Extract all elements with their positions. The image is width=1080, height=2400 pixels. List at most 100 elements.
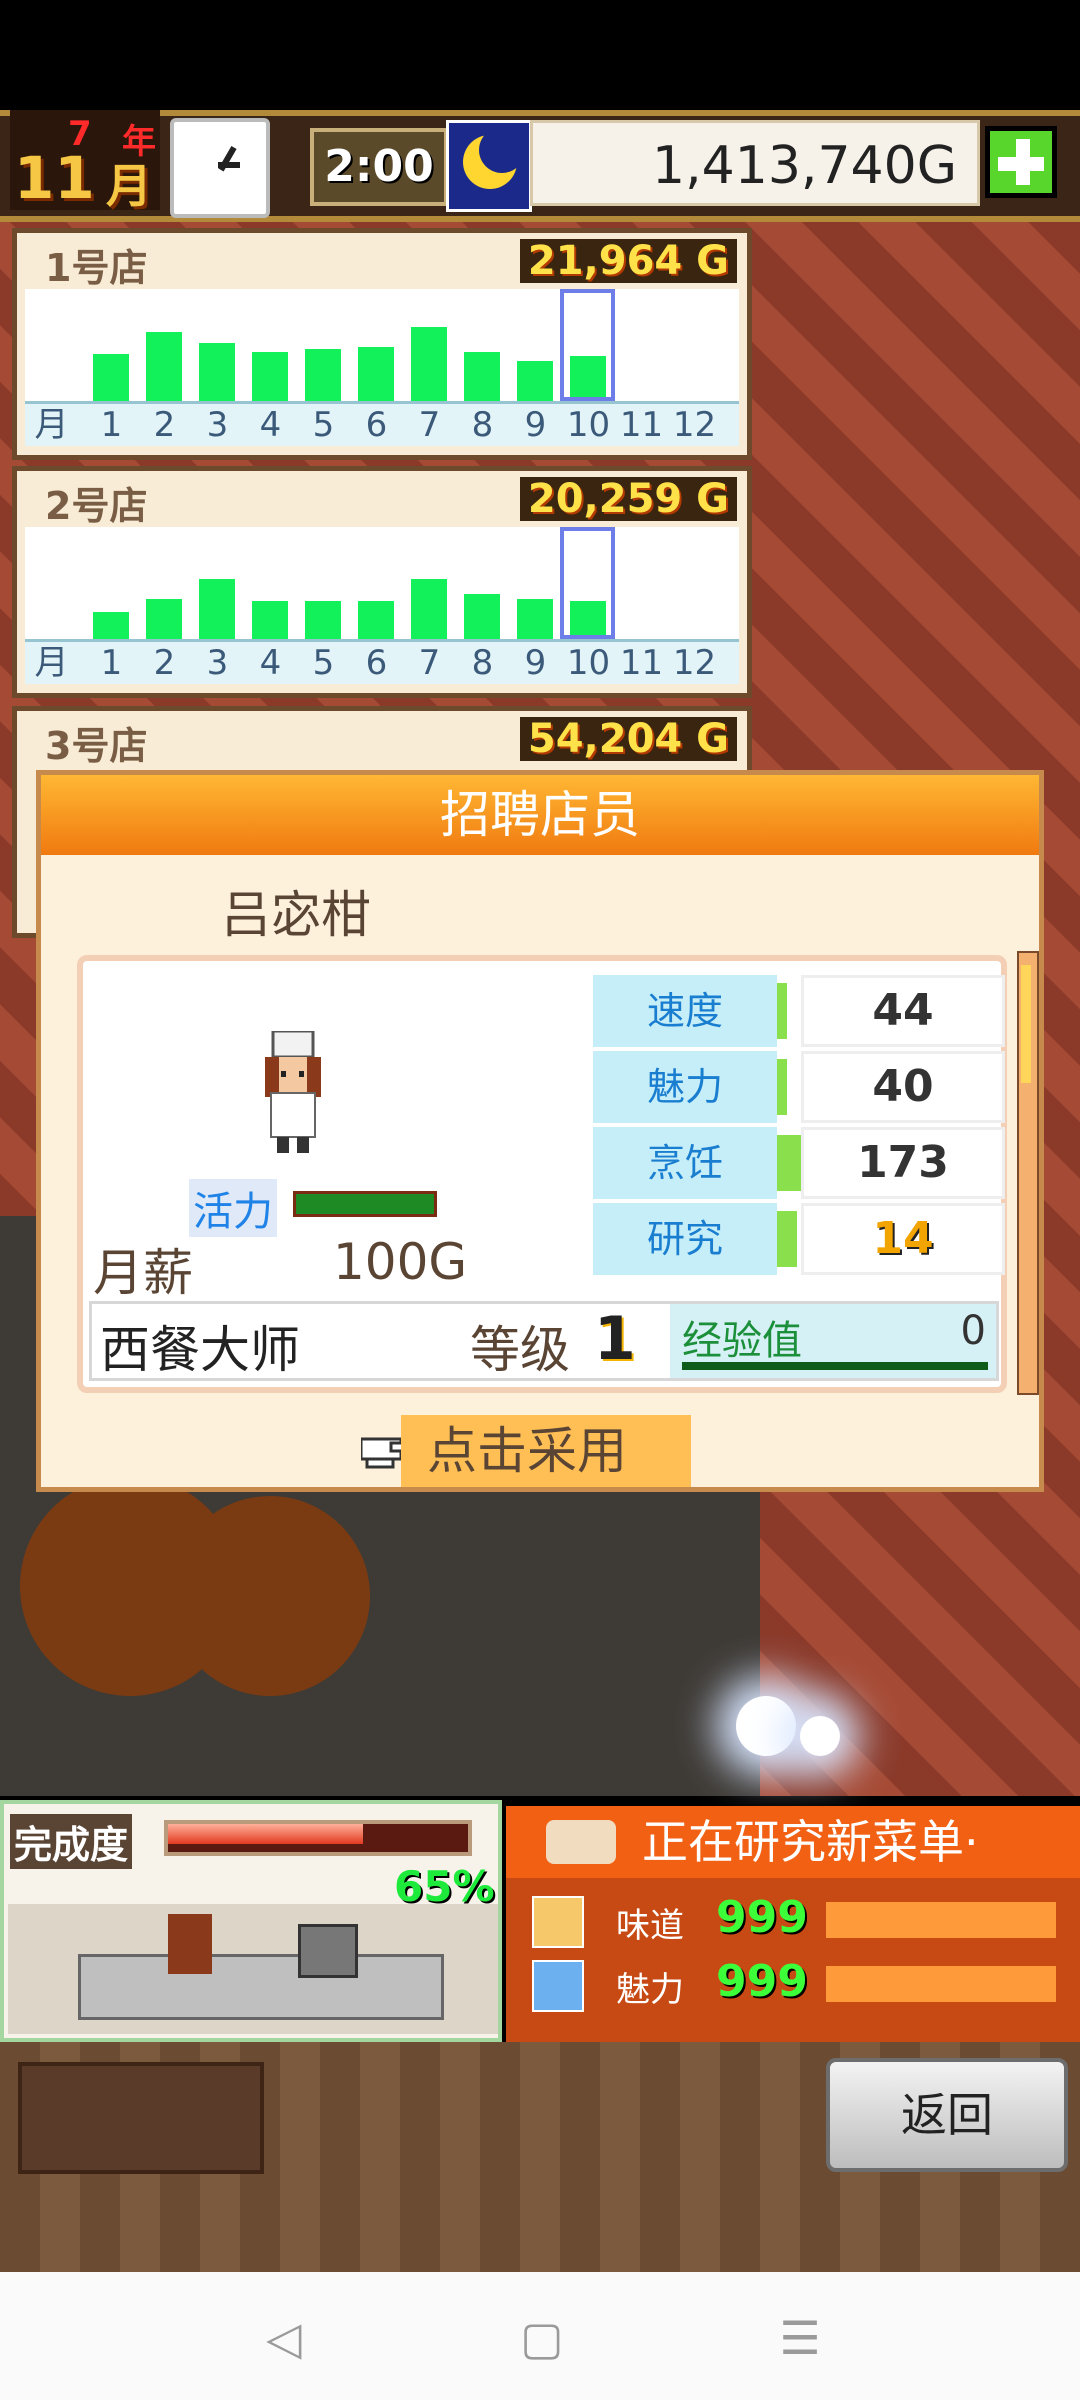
stat-cooking: 烹饪 173 xyxy=(593,1127,1005,1199)
axis-tick: 2 xyxy=(153,643,176,683)
axis-tick: 2 xyxy=(153,405,176,445)
sales-bar xyxy=(252,601,288,639)
job-row: 西餐大师 等级 1 经验值 0 xyxy=(89,1301,999,1381)
system-nav-bar: ◁ ▢ ☰ xyxy=(0,2272,1080,2400)
research-stat-bar xyxy=(826,1966,1056,2002)
progress-label: 完成度 xyxy=(10,1814,133,1869)
clock-hand xyxy=(218,162,240,168)
nav-menu-icon[interactable]: ☰ xyxy=(772,2310,828,2366)
kitchen-counter xyxy=(78,1954,444,2020)
level-label: 等级 xyxy=(470,1321,570,1379)
stat-value: 40 xyxy=(801,1051,1005,1123)
sales-bar xyxy=(464,594,500,639)
axis-tick: 5 xyxy=(312,643,335,683)
empty-slot[interactable] xyxy=(18,2062,264,2174)
axis-tick: 9 xyxy=(524,643,547,683)
stat-value: 44 xyxy=(801,975,1005,1047)
exp-value: 0 xyxy=(960,1308,986,1354)
sales-bar xyxy=(411,579,447,639)
axis-month-label: 月 xyxy=(34,405,69,445)
research-stat-value: 999 xyxy=(716,1956,808,2007)
shop-name: 3号店 xyxy=(45,724,148,768)
cook-figure xyxy=(168,1914,212,1974)
axis-tick: 1 xyxy=(100,643,123,683)
progress-fill xyxy=(168,1824,363,1844)
plus-icon xyxy=(998,157,1044,171)
sales-bar xyxy=(305,349,341,401)
sales-bar xyxy=(252,352,288,401)
shop-1-panel[interactable]: 1号店 21,964 G 月 1 2 3 4 5 6 7 8 9 10 11 12 xyxy=(12,228,752,460)
stat-bar xyxy=(777,983,787,1039)
research-row-taste: 味道 999 xyxy=(526,1892,1066,1952)
axis-tick: 11 xyxy=(619,643,664,683)
stat-name: 烹饪 xyxy=(593,1127,777,1199)
tree xyxy=(170,1496,370,1696)
sales-bar xyxy=(464,352,500,401)
nav-home-icon[interactable]: ▢ xyxy=(514,2310,570,2366)
add-money-button[interactable] xyxy=(985,126,1057,198)
level-value: 1 xyxy=(594,1304,636,1374)
research-panel: 正在研究新菜单· 味道 999 魅力 999 xyxy=(506,1806,1080,2042)
stat-name: 魅力 xyxy=(593,1051,777,1123)
axis-tick: 10 xyxy=(566,643,611,683)
sales-bar xyxy=(93,612,129,639)
clock-icon xyxy=(170,118,270,218)
stat-bar xyxy=(777,1211,797,1267)
street-light xyxy=(736,1696,796,1756)
axis-month-label: 月 xyxy=(34,643,69,683)
back-button[interactable]: 返回 xyxy=(826,2058,1068,2172)
month-axis: 月 1 2 3 4 5 6 7 8 9 10 11 12 xyxy=(25,639,739,684)
axis-tick: 11 xyxy=(619,405,664,445)
stat-charm: 魅力 40 xyxy=(593,1051,1005,1123)
hire-button[interactable]: 点击采用 xyxy=(401,1415,691,1487)
sales-bar xyxy=(411,327,447,401)
scrollbar-thumb[interactable] xyxy=(1021,965,1031,1083)
axis-tick: 8 xyxy=(471,405,494,445)
hire-staff-dialog: 招聘店员 吕宓柑 活力 月薪 100G 速度 44 魅力 40 烹饪 173 研… xyxy=(36,770,1044,1492)
moon-shadow xyxy=(479,127,525,173)
month-number: 11 xyxy=(14,144,95,212)
sales-bar xyxy=(146,599,182,639)
sales-bar xyxy=(305,601,341,639)
axis-tick: 12 xyxy=(672,405,717,445)
research-stat-value: 999 xyxy=(716,1892,808,1943)
sales-bar xyxy=(517,361,553,401)
sales-bar xyxy=(358,601,394,639)
vitality-label: 活力 xyxy=(189,1179,277,1237)
kitchen-scene xyxy=(8,1904,498,2034)
shop-name: 2号店 xyxy=(45,484,148,528)
charm-icon xyxy=(532,1960,584,2012)
dialog-title: 招聘店员 xyxy=(41,775,1039,855)
pot-icon xyxy=(298,1924,358,1978)
axis-tick: 3 xyxy=(206,643,229,683)
moon-icon xyxy=(446,120,532,212)
axis-tick: 12 xyxy=(672,643,717,683)
stat-value: 173 xyxy=(801,1127,1005,1199)
research-stat-name: 味道 xyxy=(616,1906,684,1946)
axis-tick: 7 xyxy=(418,643,441,683)
axis-tick: 5 xyxy=(312,405,335,445)
research-row-charm: 魅力 999 xyxy=(526,1956,1066,2016)
exp-bar xyxy=(682,1362,988,1370)
axis-tick: 4 xyxy=(259,405,282,445)
sales-bar xyxy=(146,332,182,401)
employee-card: 活力 月薪 100G 速度 44 魅力 40 烹饪 173 研究 14 西餐大师… xyxy=(77,955,1007,1393)
progress-panel: 完成度 65% xyxy=(0,1800,502,2042)
salary-label: 月薪 xyxy=(93,1244,193,1302)
axis-tick: 6 xyxy=(365,405,388,445)
taste-icon xyxy=(532,1896,584,1948)
axis-tick: 1 xyxy=(100,405,123,445)
current-month-highlight xyxy=(560,527,615,639)
research-stat-bar xyxy=(826,1902,1056,1938)
stat-research: 研究 14 xyxy=(593,1203,1005,1275)
stat-name: 研究 xyxy=(593,1203,777,1275)
employee-name: 吕宓柑 xyxy=(221,886,371,944)
shop-2-panel[interactable]: 2号店 20,259 G 月 1 2 3 4 5 6 7 8 9 10 11 12 xyxy=(12,466,752,698)
axis-tick: 4 xyxy=(259,643,282,683)
month-axis: 月 1 2 3 4 5 6 7 8 9 10 11 12 xyxy=(25,401,739,446)
month-label: 月 xyxy=(106,159,152,213)
nav-back-icon[interactable]: ◁ xyxy=(256,2310,312,2366)
time-display: 2:00 xyxy=(310,128,448,206)
dish-icon xyxy=(546,1820,616,1864)
street-light xyxy=(800,1716,840,1756)
